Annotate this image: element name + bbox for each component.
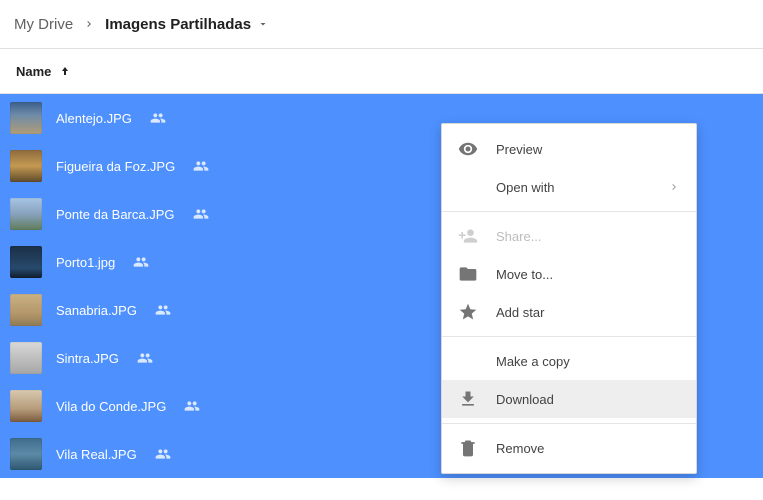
shared-icon [193,206,209,222]
eye-icon [458,139,478,159]
menu-item-label: Make a copy [496,354,570,369]
file-name-label: Vila Real.JPG [56,447,137,462]
file-thumbnail [10,342,42,374]
menu-item-open-with[interactable]: Open with [442,168,696,206]
menu-item-label: Move to... [496,267,553,282]
caret-down-icon [257,18,269,30]
menu-item-label: Share... [496,229,542,244]
breadcrumb: My Drive Imagens Partilhadas [0,0,763,48]
menu-item-label: Open with [496,180,555,195]
trash-icon [458,438,478,458]
file-thumbnail [10,102,42,134]
file-name-label: Alentejo.JPG [56,111,132,126]
file-thumbnail [10,198,42,230]
menu-item-label: Add star [496,305,544,320]
menu-item-preview[interactable]: Preview [442,130,696,168]
shared-icon [150,110,166,126]
sort-ascending-icon [59,65,71,77]
column-header-name-label: Name [16,64,51,79]
shared-icon [133,254,149,270]
file-name-label: Ponte da Barca.JPG [56,207,175,222]
menu-item-label: Download [496,392,554,407]
list-header: Name [0,49,763,94]
file-name-label: Figueira da Foz.JPG [56,159,175,174]
breadcrumb-root[interactable]: My Drive [14,16,73,33]
shared-icon [155,446,171,462]
file-thumbnail [10,150,42,182]
menu-item-add-star[interactable]: Add star [442,293,696,331]
menu-item-move-to[interactable]: Move to... [442,255,696,293]
menu-item-remove[interactable]: Remove [442,429,696,467]
file-thumbnail [10,294,42,326]
download-icon [458,389,478,409]
file-thumbnail [10,246,42,278]
blank-icon [458,351,478,371]
file-thumbnail [10,438,42,470]
context-menu: Preview Open with Share... Move to... Ad… [441,123,697,474]
star-icon [458,302,478,322]
file-name-label: Sanabria.JPG [56,303,137,318]
chevron-right-icon [668,181,680,193]
menu-item-label: Remove [496,441,544,456]
chevron-right-icon [83,18,95,30]
person-add-icon [458,226,478,246]
menu-item-label: Preview [496,142,542,157]
folder-icon [458,264,478,284]
shared-icon [184,398,200,414]
breadcrumb-current-label: Imagens Partilhadas [105,16,251,33]
menu-separator [442,336,696,337]
menu-separator [442,423,696,424]
menu-item-download[interactable]: Download [442,380,696,418]
file-name-label: Sintra.JPG [56,351,119,366]
breadcrumb-current[interactable]: Imagens Partilhadas [105,16,269,33]
menu-separator [442,211,696,212]
blank-icon [458,177,478,197]
column-header-name[interactable]: Name [16,64,71,79]
file-name-label: Vila do Conde.JPG [56,399,166,414]
shared-icon [155,302,171,318]
shared-icon [193,158,209,174]
shared-icon [137,350,153,366]
menu-item-share: Share... [442,217,696,255]
file-name-label: Porto1.jpg [56,255,115,270]
file-thumbnail [10,390,42,422]
menu-item-make-copy[interactable]: Make a copy [442,342,696,380]
